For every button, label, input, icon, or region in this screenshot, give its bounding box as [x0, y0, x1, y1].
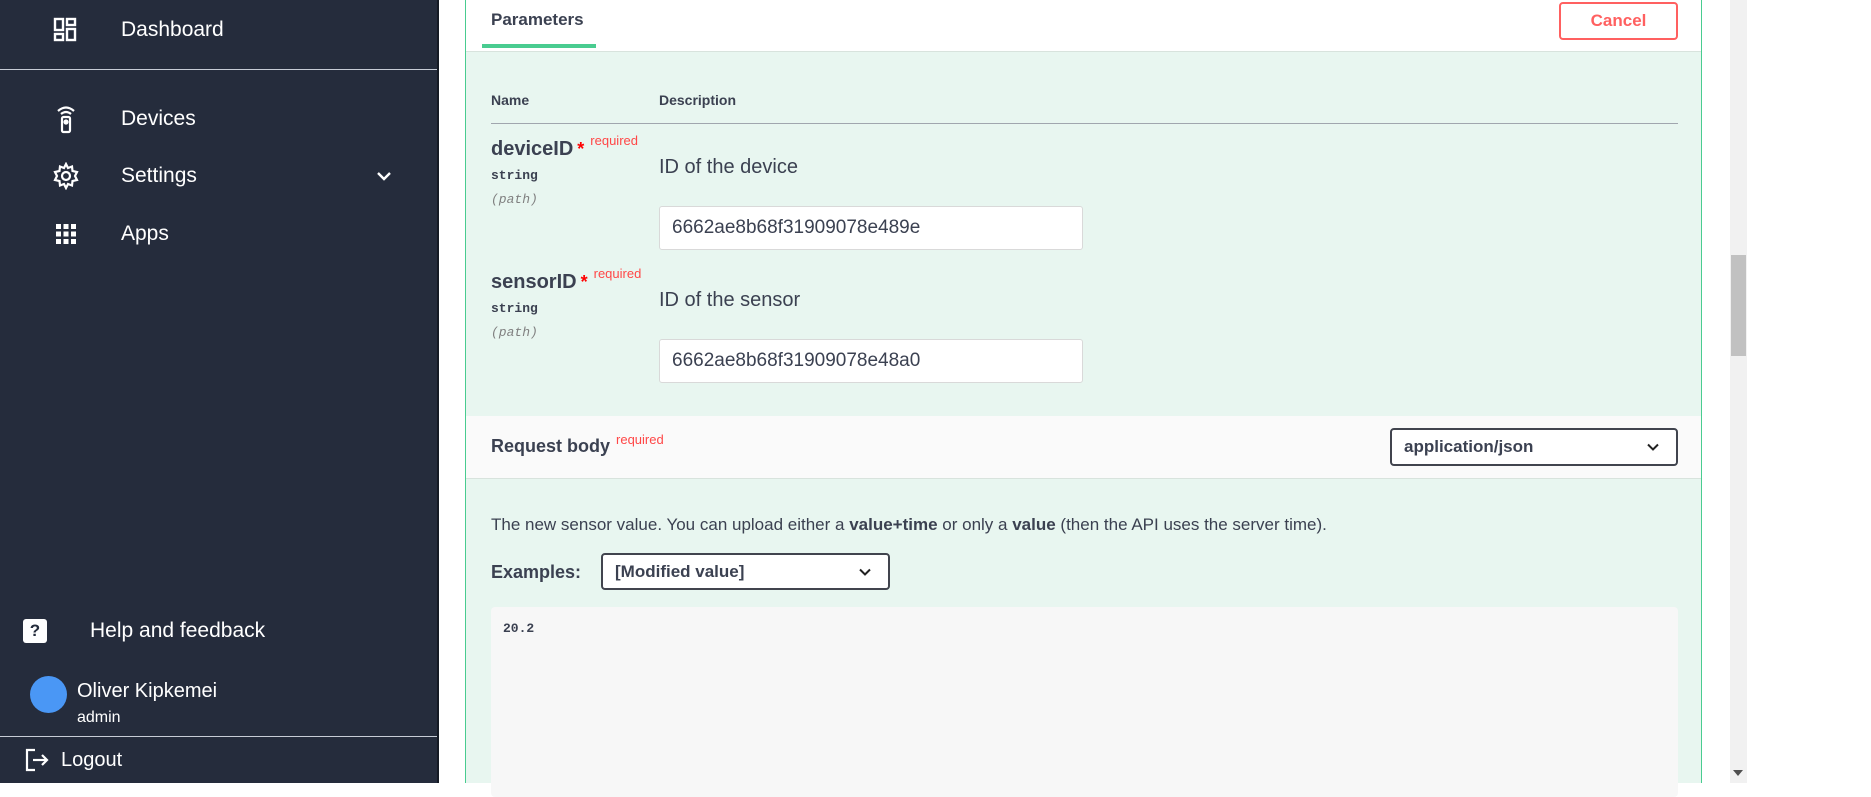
- param-name-sensorid: sensorID * required: [491, 266, 641, 294]
- examples-label: Examples:: [491, 562, 582, 582]
- operation-panel: Parameters Cancel Name Description devic…: [465, 0, 1702, 797]
- header-divider: [491, 123, 1678, 124]
- param-name-text: sensorID: [491, 271, 577, 293]
- logout-button[interactable]: Logout: [0, 736, 437, 783]
- logout-icon: [25, 748, 49, 772]
- chevron-down-icon: [1647, 443, 1659, 451]
- examples-select[interactable]: [Modified value]: [601, 553, 890, 590]
- cancel-button[interactable]: Cancel: [1559, 2, 1678, 40]
- sidebar-item-label: Apps: [121, 222, 169, 245]
- sidebar: Dashboard Devices Settings Apps ? Help a…: [0, 0, 439, 783]
- param-type: string: [491, 168, 538, 183]
- avatar: [30, 676, 67, 713]
- request-body-description: The new sensor value. You can upload eit…: [491, 515, 1327, 535]
- sidebar-item-label: Settings: [121, 164, 197, 187]
- main-content: Parameters Cancel Name Description devic…: [439, 0, 1730, 797]
- param-name-deviceid: deviceID * required: [491, 133, 638, 161]
- required-label: required: [593, 266, 642, 281]
- examples-value: [Modified value]: [615, 561, 745, 581]
- sensorid-input[interactable]: [659, 339, 1083, 383]
- required-star: *: [580, 272, 588, 292]
- required-label: required: [590, 133, 638, 148]
- user-role: admin: [77, 709, 121, 726]
- content-type-select[interactable]: application/json: [1390, 428, 1678, 466]
- required-label: required: [616, 432, 664, 447]
- sidebar-item-label: Devices: [121, 107, 196, 130]
- remote-icon: [52, 105, 80, 134]
- user-name: Oliver Kipkemei: [77, 680, 218, 702]
- param-location: (path): [491, 325, 538, 340]
- request-body-title-text: Request body: [491, 436, 611, 456]
- scroll-down-arrow-icon[interactable]: [1733, 770, 1743, 776]
- desc-text: The new sensor value. You can upload eit…: [491, 515, 850, 534]
- desc-text: (then the API uses the server time).: [1055, 515, 1327, 534]
- desc-bold-value-time: value+time: [849, 515, 938, 534]
- chevron-down-icon[interactable]: [374, 166, 394, 186]
- tab-parameters[interactable]: Parameters: [491, 10, 584, 30]
- logout-label: Logout: [61, 748, 123, 771]
- required-star: *: [577, 139, 585, 159]
- help-icon: ?: [23, 619, 47, 643]
- help-label: Help and feedback: [90, 619, 266, 642]
- scrollbar-track[interactable]: [1730, 0, 1747, 783]
- column-header-name: Name: [491, 92, 530, 108]
- tab-active-indicator: [482, 44, 596, 48]
- request-body-header: Request body required application/json: [466, 416, 1701, 479]
- param-location: (path): [491, 192, 538, 207]
- sidebar-item-settings[interactable]: Settings: [0, 152, 437, 200]
- gear-icon: [52, 162, 80, 190]
- desc-text: or only a: [937, 515, 1013, 534]
- desc-bold-value: value: [1012, 515, 1056, 534]
- help-feedback-link[interactable]: ? Help and feedback: [0, 607, 437, 655]
- dashboard-icon: [52, 16, 80, 44]
- content-type-value: application/json: [1404, 437, 1534, 456]
- chevron-down-icon: [859, 568, 871, 576]
- scrollbar-thumb[interactable]: [1731, 255, 1746, 356]
- sidebar-item-apps[interactable]: Apps: [0, 210, 437, 258]
- param-type: string: [491, 301, 538, 316]
- param-description: ID of the sensor: [659, 289, 801, 311]
- deviceid-input[interactable]: [659, 206, 1083, 250]
- sidebar-item-devices[interactable]: Devices: [0, 95, 437, 143]
- column-header-description: Description: [659, 92, 737, 108]
- request-body-title: Request body required: [491, 432, 664, 457]
- tab-bar: Parameters Cancel: [466, 0, 1701, 52]
- sidebar-divider: [0, 69, 437, 70]
- request-body-editor[interactable]: 20.2: [491, 607, 1678, 797]
- sidebar-item-dashboard[interactable]: Dashboard: [0, 6, 437, 54]
- user-profile: Oliver Kipkemei admin: [0, 672, 437, 732]
- param-name-text: deviceID: [491, 138, 574, 160]
- apps-grid-icon: [52, 220, 80, 248]
- sidebar-item-label: Dashboard: [121, 18, 224, 41]
- param-description: ID of the device: [659, 156, 798, 178]
